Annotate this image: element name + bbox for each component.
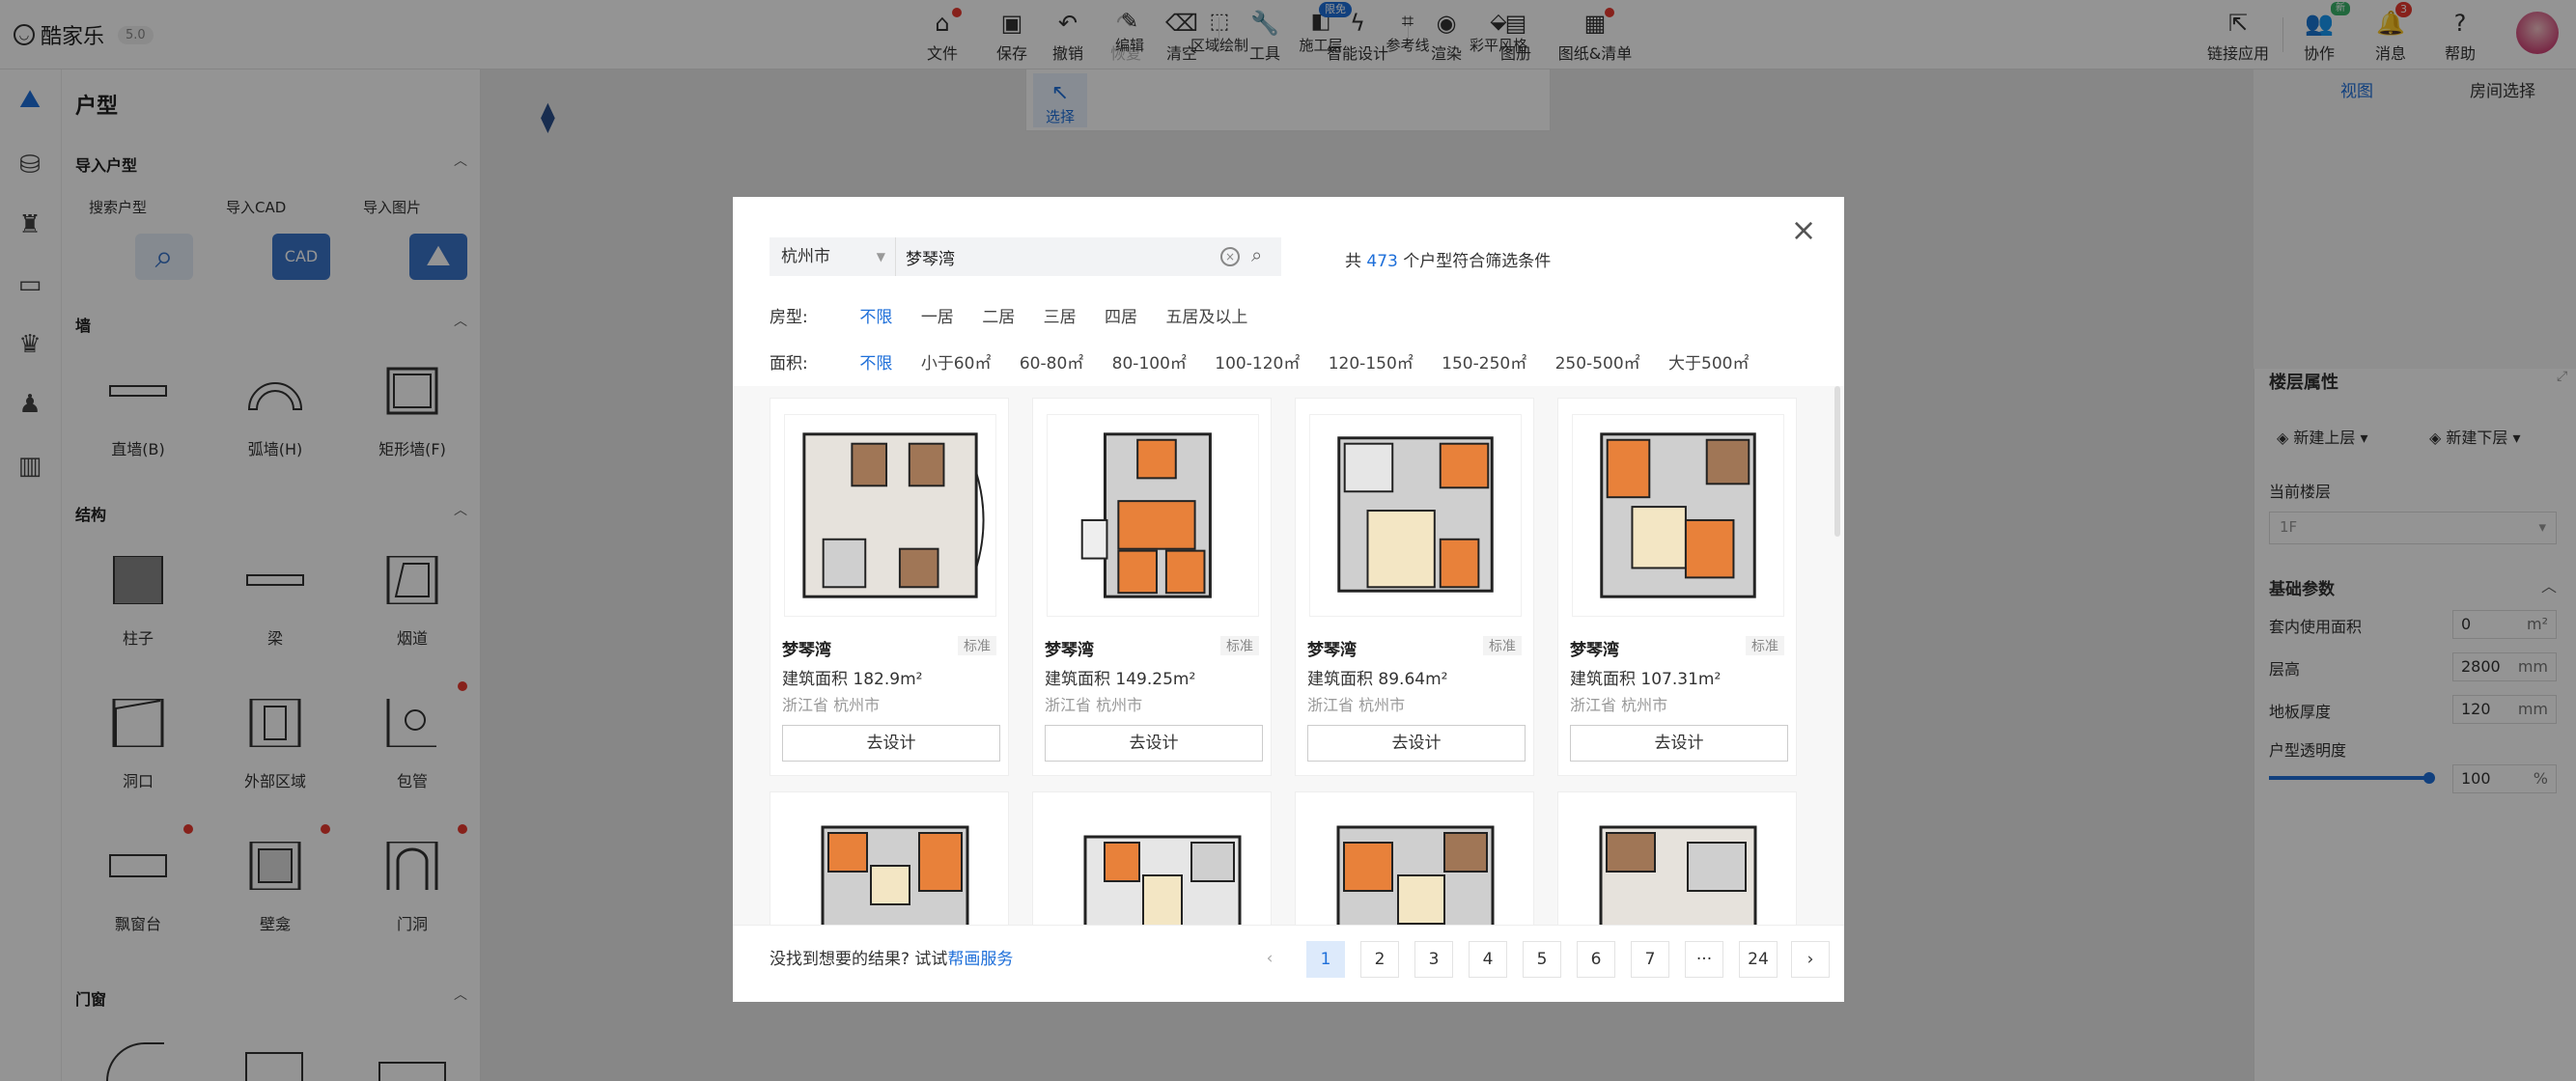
floorplan-thumbnail [1309,414,1522,617]
room-filter-option[interactable]: 不限 [859,303,892,327]
floorplan-thumbnail [1599,825,1757,925]
floorplan-thumbnail [821,825,969,925]
dialog-footer: 没找到想要的结果? 试试帮画服务 ‹ 1 2 3 4 5 6 7 ··· 24 … [733,925,1844,1002]
clear-icon[interactable]: × [1220,247,1240,266]
room-filter-option[interactable]: 三居 [1044,303,1077,327]
go-design-button[interactable]: 去设计 [1045,725,1263,762]
page-button[interactable]: 3 [1414,941,1453,978]
floorplan-card[interactable]: 梦琴湾 标准 建筑面积 107.31m² 浙江省 杭州市 去设计 [1557,398,1797,776]
floorplan-thumbnail [1572,414,1784,617]
page-button[interactable]: 1 [1306,941,1345,978]
result-count: 共 473 个户型符合筛选条件 [1345,252,1552,271]
floorplan-card[interactable]: 梦琴湾 标准 建筑面积 89.64m² 浙江省 杭州市 去设计 [1295,398,1534,776]
room-filter-option[interactable]: 五居及以上 [1165,303,1247,327]
page-button[interactable]: 4 [1469,941,1507,978]
floorplan-card[interactable]: 梦琴湾 标准 建筑面积 149.25m² 浙江省 杭州市 去设计 [1032,398,1272,776]
page-button[interactable]: 24 [1739,941,1778,978]
area-filter-option[interactable]: 120-150㎡ [1329,349,1414,374]
floorplan-thumbnail [1047,414,1259,617]
room-filter-row: 房型: 不限 一居 二居 三居 四居 五居及以上 [770,303,1271,327]
page-button[interactable]: 2 [1360,941,1399,978]
city-select[interactable]: 杭州市 ▼ [770,237,895,276]
card-title: 梦琴湾 [782,641,831,660]
page-button[interactable]: 6 [1577,941,1615,978]
not-found-hint: 没找到想要的结果? 试试帮画服务 [770,950,1014,969]
go-design-button[interactable]: 去设计 [782,725,1000,762]
floorplan-thumbnail [1336,825,1495,925]
area-filter-option[interactable]: 80-100㎡ [1112,349,1187,374]
card-title: 梦琴湾 [1570,641,1619,660]
area-filter-option[interactable]: 250-500㎡ [1555,349,1640,374]
chevron-down-icon: ▼ [876,250,885,263]
card-area: 建筑面积 182.9m² [782,670,923,689]
results-scrollbar[interactable] [1834,386,1840,537]
area-filter-option[interactable]: 100-120㎡ [1215,349,1300,374]
drawing-service-link[interactable]: 帮画服务 [947,950,1013,969]
prev-page-button[interactable]: ‹ [1250,941,1289,978]
search-icon[interactable]: ⌕ [1251,243,1262,266]
area-filter-option[interactable]: 60-80㎡ [1020,349,1083,374]
floorplan-thumbnail [1083,835,1242,925]
card-location: 浙江省 杭州市 [1570,696,1668,714]
card-tag: 标准 [958,636,996,655]
card-area: 建筑面积 107.31m² [1570,670,1722,689]
floorplan-search-dialog: × 杭州市▼ × ⌕ 共 473 个户型符合筛选条件 房型: 不限 一居 二居 … [733,197,1844,1002]
close-icon[interactable]: × [1789,214,1818,245]
search-input[interactable] [906,237,1215,276]
card-area: 建筑面积 149.25m² [1045,670,1196,689]
go-design-button[interactable]: 去设计 [1570,725,1788,762]
next-page-button[interactable]: › [1791,941,1830,978]
search-box: × ⌕ [895,237,1281,276]
card-title: 梦琴湾 [1307,641,1357,660]
page-button[interactable]: 7 [1631,941,1669,978]
area-filter-option[interactable]: 大于500㎡ [1668,349,1749,374]
room-filter-option[interactable]: 四居 [1105,303,1137,327]
go-design-button[interactable]: 去设计 [1307,725,1526,762]
more-pages[interactable]: ··· [1685,941,1723,978]
card-tag: 标准 [1220,636,1259,655]
card-area: 建筑面积 89.64m² [1307,670,1448,689]
floorplan-card[interactable] [1557,791,1797,925]
floorplan-thumbnail [784,414,996,617]
card-location: 浙江省 杭州市 [1307,696,1406,714]
floorplan-card[interactable]: 梦琴湾 标准 建筑面积 182.9m² 浙江省 杭州市 去设计 [770,398,1009,776]
floorplan-card[interactable] [1295,791,1534,925]
room-filter-option[interactable]: 二居 [982,303,1015,327]
floorplan-card[interactable] [1032,791,1272,925]
card-tag: 标准 [1746,636,1784,655]
area-filter-option[interactable]: 不限 [859,349,892,374]
area-filter-option[interactable]: 150-250㎡ [1442,349,1526,374]
floorplan-card[interactable] [770,791,1009,925]
card-location: 浙江省 杭州市 [782,696,881,714]
results-grid: 梦琴湾 标准 建筑面积 182.9m² 浙江省 杭州市 去设计 梦琴湾 标准 建… [733,386,1844,925]
area-filter-row: 面积: 不限 小于60㎡ 60-80㎡ 80-100㎡ 100-120㎡ 120… [770,349,1773,374]
area-filter-option[interactable]: 小于60㎡ [921,349,992,374]
card-tag: 标准 [1483,636,1522,655]
page-button[interactable]: 5 [1523,941,1561,978]
card-title: 梦琴湾 [1045,641,1094,660]
card-location: 浙江省 杭州市 [1045,696,1143,714]
room-filter-option[interactable]: 一居 [921,303,954,327]
